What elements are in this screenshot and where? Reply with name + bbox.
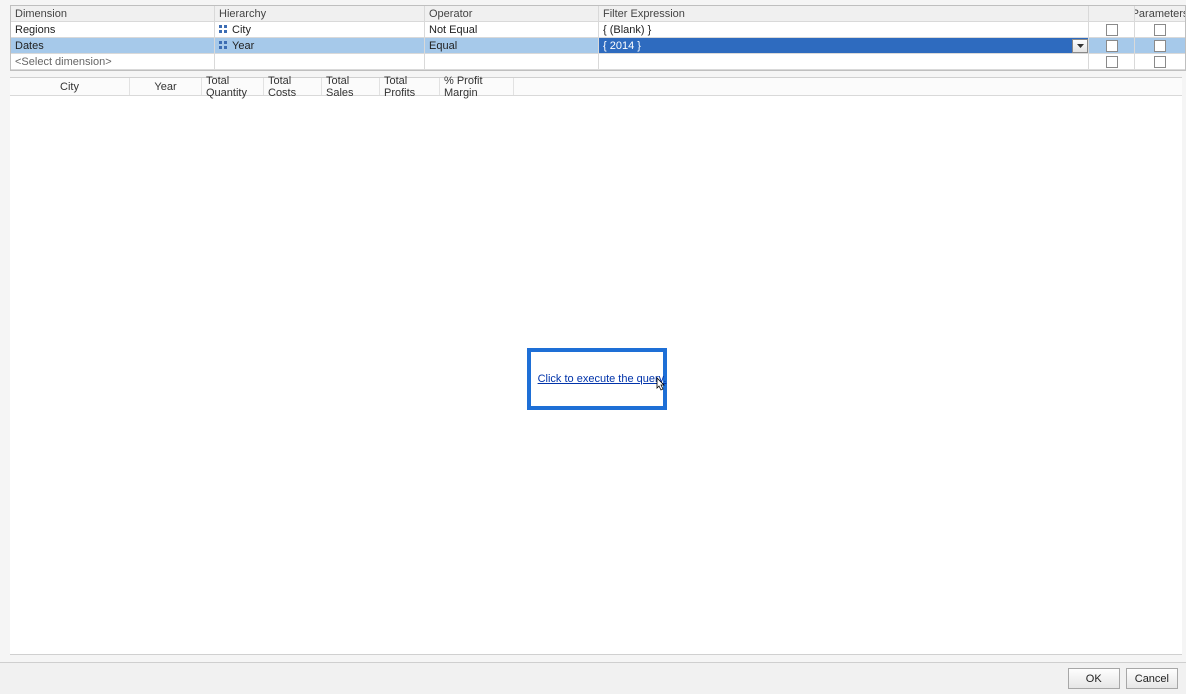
execute-query-box: Click to execute the query. [527,348,667,410]
result-header: City Year Total Quantity Total Costs Tot… [10,78,1182,96]
execute-query-text: Click to execute the query. [538,373,667,385]
cell-param-check-a[interactable] [1089,38,1135,53]
filter-grid: Dimension Hierarchy Operator Filter Expr… [10,5,1186,71]
header-operator: Operator [425,6,599,21]
cell-param-check-b[interactable] [1135,54,1185,69]
result-header-total-sales[interactable]: Total Sales [322,78,380,95]
checkbox-icon[interactable] [1154,24,1166,36]
cell-operator[interactable]: Equal [425,38,599,53]
cell-dimension[interactable]: Dates [11,38,215,53]
result-area: City Year Total Quantity Total Costs Tot… [10,77,1182,655]
filter-row-placeholder[interactable]: <Select dimension> [11,54,1185,70]
checkbox-icon[interactable] [1106,24,1118,36]
header-hierarchy: Hierarchy [215,6,425,21]
filter-grid-header: Dimension Hierarchy Operator Filter Expr… [11,6,1185,22]
header-filter-expression: Filter Expression [599,6,1089,21]
hierarchy-icon [219,41,228,50]
ok-button[interactable]: OK [1068,668,1120,689]
filter-row-selected[interactable]: Dates Year Equal { 2014 } [11,38,1185,54]
cell-filter-expression[interactable] [599,54,1089,69]
cell-hierarchy[interactable]: City [215,22,425,37]
filter-expression-dropdown[interactable]: { 2014 } [599,38,1088,53]
header-param-check [1089,6,1135,21]
checkbox-icon[interactable] [1106,56,1118,68]
checkbox-icon[interactable] [1106,40,1118,52]
chevron-down-icon [1077,44,1084,48]
filter-row[interactable]: Regions City Not Equal { (Blank) } [11,22,1185,38]
cell-param-check-b[interactable] [1135,38,1185,53]
cell-operator[interactable] [425,54,599,69]
result-header-total-profits[interactable]: Total Profits [380,78,440,95]
header-parameters: Parameters [1135,6,1185,21]
result-header-total-quantity[interactable]: Total Quantity [202,78,264,95]
execute-query-link[interactable]: Click to execute the query. [538,373,667,385]
cell-hierarchy[interactable] [215,54,425,69]
result-header-city[interactable]: City [10,78,130,95]
cursor-icon [652,377,666,396]
cell-filter-expression[interactable]: { 2014 } [599,38,1089,53]
select-dimension-placeholder[interactable]: <Select dimension> [11,54,215,69]
cell-operator[interactable]: Not Equal [425,22,599,37]
cell-param-check-a[interactable] [1089,22,1135,37]
result-header-total-costs[interactable]: Total Costs [264,78,322,95]
cancel-button[interactable]: Cancel [1126,668,1178,689]
checkbox-icon[interactable] [1154,56,1166,68]
cell-hierarchy-text: City [232,24,251,36]
checkbox-icon[interactable] [1154,40,1166,52]
cell-param-check-b[interactable] [1135,22,1185,37]
header-dimension: Dimension [11,6,215,21]
cell-hierarchy[interactable]: Year [215,38,425,53]
result-header-profit-margin[interactable]: % Profit Margin [440,78,514,95]
cell-filter-expression[interactable]: { (Blank) } [599,22,1089,37]
filter-expression-value: { 2014 } [603,40,641,52]
dialog-footer: OK Cancel [0,662,1186,694]
hierarchy-icon [219,25,228,34]
result-header-year[interactable]: Year [130,78,202,95]
dropdown-button[interactable] [1072,39,1088,53]
cell-dimension[interactable]: Regions [11,22,215,37]
cell-hierarchy-text: Year [232,40,254,52]
cell-param-check-a[interactable] [1089,54,1135,69]
